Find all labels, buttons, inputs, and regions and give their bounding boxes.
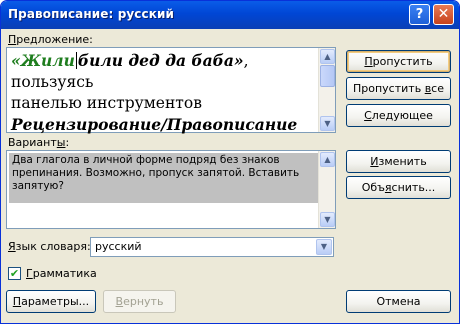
grammar-label[interactable]: Грамматика (26, 267, 97, 280)
grammar-checkbox[interactable]: ✔ (8, 267, 21, 280)
skip-button[interactable]: Пропустить (346, 50, 451, 73)
variants-list[interactable]: Два глагола в личной форме подряд без зн… (6, 150, 336, 229)
dropdown-arrow-icon[interactable]: ▼ (316, 239, 332, 255)
variants-scroll-up-arrow-icon[interactable]: ▲ (320, 152, 335, 167)
dictionary-label-post: зык словаря: (15, 240, 91, 253)
dictionary-language-value: русский (95, 240, 142, 253)
sentence-scrollbar[interactable]: ▲ ▼ (318, 48, 335, 132)
cancel-button[interactable]: Отмена (346, 290, 451, 313)
skip-all-button[interactable]: Пропустить все (346, 77, 451, 100)
variants-label-post: : (65, 136, 70, 149)
sentence-label-post: редложение: (16, 33, 93, 46)
undo-button[interactable]: Вернуть (103, 290, 176, 313)
variants-scroll-down-arrow-icon[interactable]: ▼ (320, 212, 335, 227)
dictionary-language-select[interactable]: русский ▼ (90, 237, 334, 257)
undo-accel: В (115, 295, 124, 308)
options-accel: П (12, 295, 22, 308)
text-caret (75, 52, 77, 69)
sentence-box[interactable]: «Жили били дед да баба», пользуясь панель… (6, 47, 336, 136)
sentence-text[interactable]: «Жили били дед да баба», пользуясь панель… (11, 50, 316, 136)
variants-scrollbar[interactable]: ▲ ▼ (318, 151, 335, 228)
title-bar[interactable]: Правописание: русский ? ✕ (1, 1, 459, 29)
scroll-down-arrow-icon[interactable]: ▼ (320, 116, 335, 131)
undo-post: ернуть (123, 295, 164, 308)
spelling-dialog: Правописание: русский ? ✕ Предложение: «… (0, 0, 460, 324)
scroll-thumb[interactable] (320, 65, 335, 87)
explain-pre: Объ (361, 181, 385, 194)
explain-post: снить... (391, 181, 436, 194)
next-button[interactable]: Следующее (346, 104, 451, 127)
skip-accel: П (364, 55, 373, 68)
sentence-label: Предложение: (8, 33, 93, 46)
skip-all-pre: Пропустить (353, 82, 425, 95)
scroll-up-arrow-icon[interactable]: ▲ (320, 49, 335, 64)
next-post: ледующее (371, 109, 433, 122)
change-button[interactable]: Изменить (346, 150, 451, 173)
next-accel: С (364, 109, 372, 122)
sentence-line3: Рецензирование/Правописание (11, 115, 298, 134)
skip-post: ропустить (372, 55, 433, 68)
dictionary-label-accel: Я (8, 240, 16, 253)
variants-label: Варианты: (8, 136, 69, 149)
sentence-line2: панелью инструментов (11, 94, 202, 112)
flagged-text: «Жили (11, 51, 75, 70)
grammar-label-accel: Г (26, 267, 33, 280)
options-post: араметры... (21, 295, 90, 308)
options-button[interactable]: Параметры... (6, 290, 96, 313)
change-post: зменить (378, 155, 427, 168)
help-button[interactable]: ? (409, 4, 430, 25)
variant-selected-item[interactable]: Два глагола в личной форме подряд без зн… (9, 153, 322, 203)
window-title: Правописание: русский (8, 7, 174, 21)
change-accel: И (370, 155, 379, 168)
grammar-label-post: рамматика (32, 267, 97, 280)
close-button[interactable]: ✕ (433, 4, 454, 25)
explain-accel: я (384, 181, 392, 194)
dictionary-label: Язык словаря: (8, 240, 91, 253)
explain-button[interactable]: Объяснить... (346, 176, 451, 199)
variants-label-pre: Вариант (8, 136, 57, 149)
skip-all-post: се (431, 82, 444, 95)
sentence-part2: били дед да баба» (77, 51, 244, 70)
